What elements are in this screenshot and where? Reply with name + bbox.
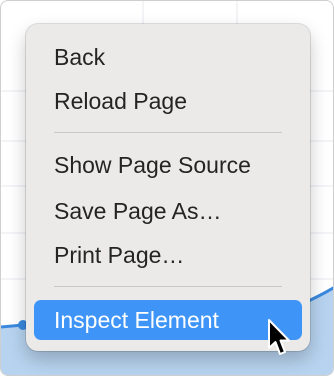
menu-item-inspect-element[interactable]: Inspect Element <box>34 300 302 340</box>
menu-item-reload-page[interactable]: Reload Page <box>34 82 302 120</box>
menu-item-back[interactable]: Back <box>34 38 302 76</box>
menu-separator <box>54 132 282 133</box>
menu-item-print-page[interactable]: Print Page… <box>34 236 302 274</box>
menu-separator <box>54 286 282 287</box>
arrow-pointer-icon <box>268 319 290 355</box>
context-menu: Back Reload Page Show Page Source Save P… <box>26 24 310 351</box>
menu-item-save-page-as[interactable]: Save Page As… <box>34 192 302 230</box>
menu-item-show-page-source[interactable]: Show Page Source <box>34 146 302 184</box>
